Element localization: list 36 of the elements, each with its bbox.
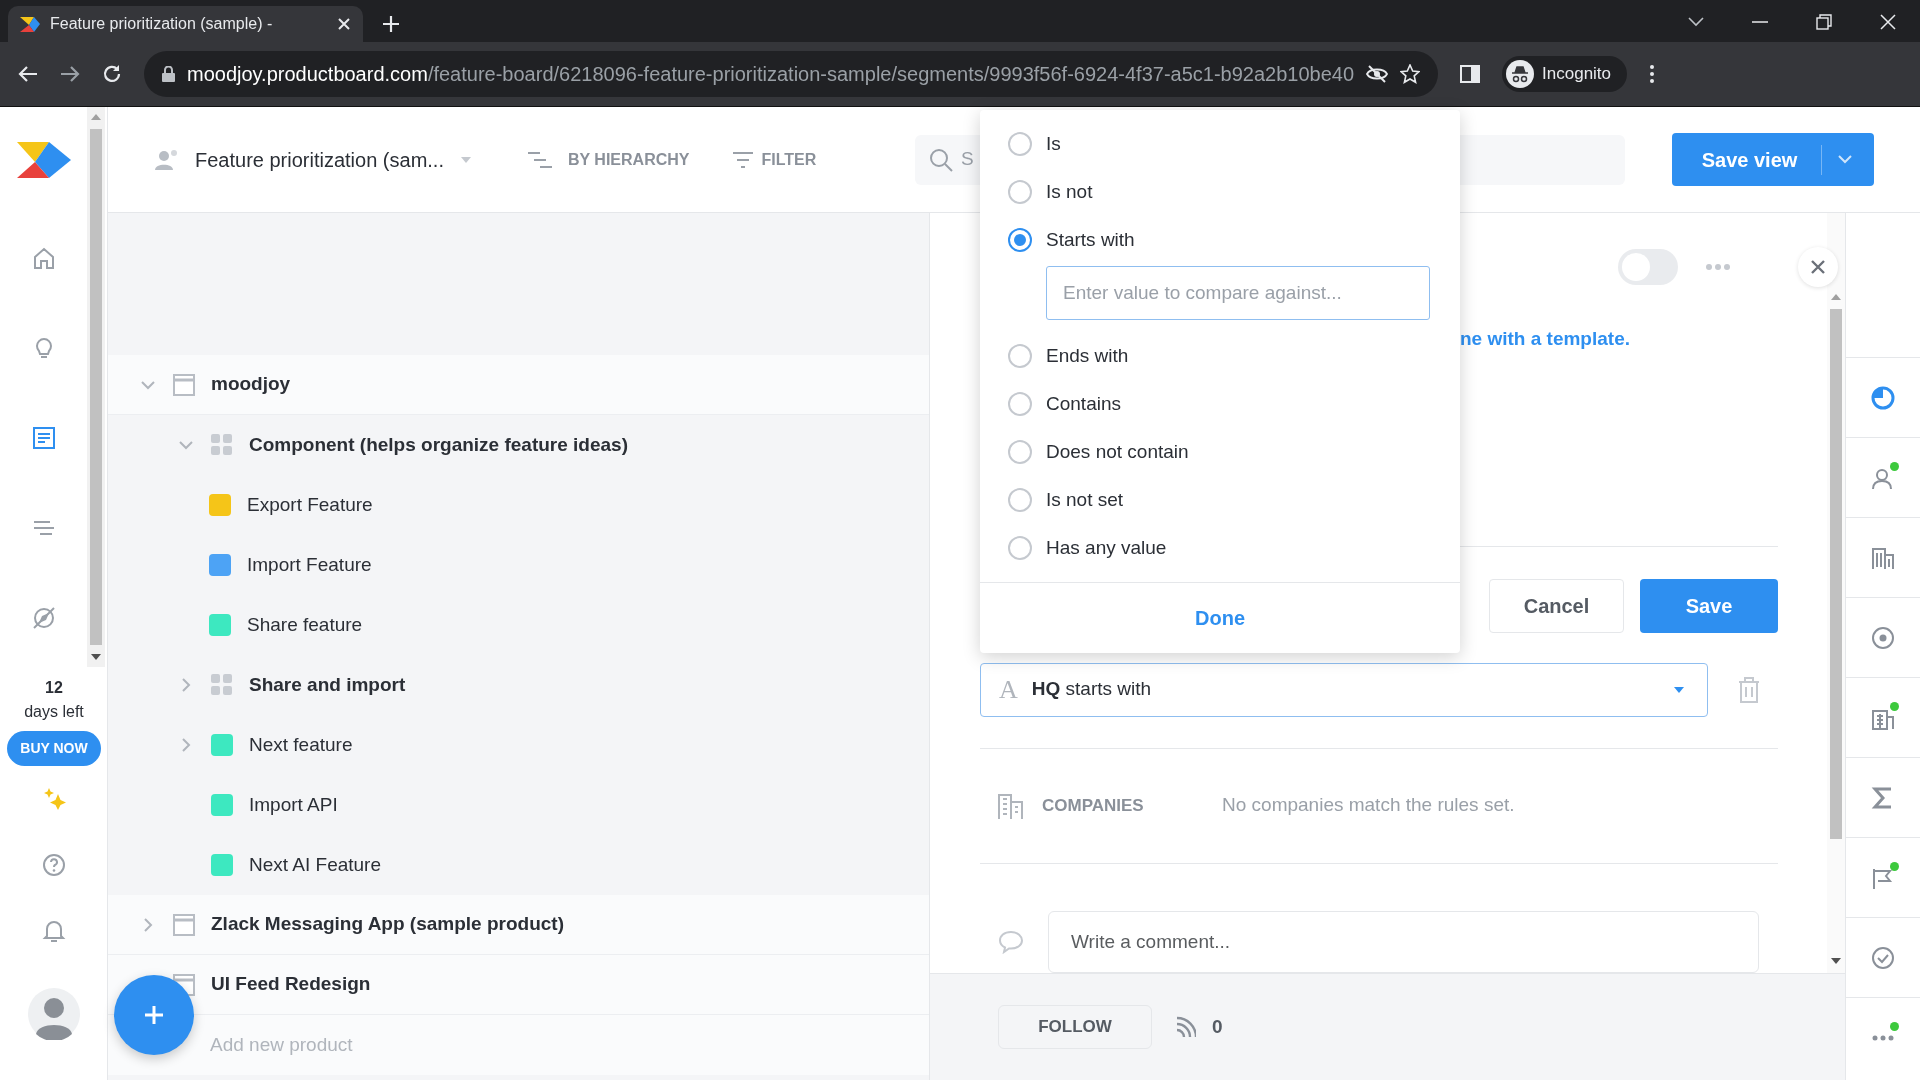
component-name[interactable]: Component (helps organize feature ideas) [249,430,628,460]
rule-select[interactable]: A HQ starts with [980,662,1708,717]
radio-option[interactable]: Does not contain [980,428,1460,476]
radio-option[interactable]: Has any value [980,524,1460,572]
radio-option[interactable]: Is not set [980,476,1460,524]
feature-name[interactable]: Next AI Feature [249,850,381,880]
product-name[interactable]: UI Feed Redesign [211,970,371,999]
address-bar[interactable]: moodjoy.productboard.com/feature-board/6218096-feature-prioritization-sample/segments/9993f56f-6924-4f37-a5c1-b92a2b10be40 [144,51,1439,97]
url-text: moodjoy.productboard.com/feature-board/6218096-feature-prioritization-sample/segments/9993f56f-6924-4f37-a5c1-b92a2b10be40 [187,62,1355,87]
board-title[interactable]: Feature prioritization (sam... [195,144,444,175]
trial-days: 12 [45,677,63,699]
empty-message: No companies match the rules set. [1222,793,1515,818]
feature-name[interactable]: Share feature [247,610,363,640]
feature-name[interactable]: Import Feature [247,550,372,580]
follower-count: 0 [1212,1014,1223,1039]
radio-option[interactable]: Contains [980,380,1460,428]
radio-option[interactable]: Is not [980,168,1460,216]
feature-name[interactable]: Export Feature [247,490,373,520]
trial-label: days left [24,702,84,722]
feature-name[interactable]: Next feature [249,730,353,760]
radio-option[interactable]: Starts with [980,216,1460,264]
rule-text: HQ starts with [1031,677,1153,702]
comment-field[interactable]: Write a comment... [1048,910,1759,973]
component-name[interactable]: Share and import [249,670,406,700]
profile-button[interactable]: Incognito [1502,56,1628,92]
companies-label: COMPANIES [1042,794,1145,817]
tab-title: Feature prioritization (sample) - [50,14,274,34]
cancel-button[interactable]: Cancel [1489,578,1624,633]
follow-button[interactable]: FOLLOW [998,1005,1152,1049]
radio-option[interactable]: Ends with [980,332,1460,380]
field-type-icon: A [999,670,1018,709]
browser-tab[interactable]: Feature prioritization (sample) - [8,6,363,42]
feature-name[interactable]: Import API [249,790,338,820]
radio-option[interactable]: Is [980,120,1460,168]
product-name[interactable]: moodjoy [211,370,291,399]
value-field[interactable]: Enter value to compare against... [1046,266,1430,320]
